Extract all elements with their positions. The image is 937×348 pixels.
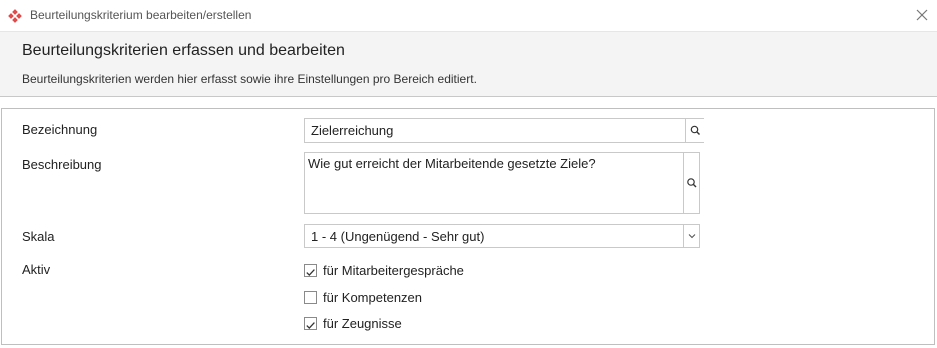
checkbox-label-mitarbeitergespraeche[interactable]: für Mitarbeitergespräche <box>323 263 464 278</box>
skala-value: 1 - 4 (Ungenügend - Sehr gut) <box>311 229 485 244</box>
beschreibung-label: Beschreibung <box>22 157 102 172</box>
bezeichnung-search-button[interactable] <box>685 119 704 142</box>
checkbox-kompetenzen[interactable] <box>304 291 317 304</box>
beschreibung-value: Wie gut erreicht der Mitarbeitende geset… <box>308 156 596 171</box>
title-bar: Beurteilungskriterium bearbeiten/erstell… <box>0 0 937 32</box>
dialog-header: Beurteilungskriterien erfassen und bearb… <box>0 32 937 97</box>
header-description: Beurteilungskriterien werden hier erfass… <box>22 72 477 86</box>
aktiv-label: Aktiv <box>22 262 51 277</box>
chevron-down-icon <box>688 234 696 239</box>
checkbox-label-kompetenzen[interactable]: für Kompetenzen <box>323 290 422 305</box>
close-icon[interactable] <box>913 6 931 24</box>
bezeichnung-input[interactable]: Zielerreichung <box>304 118 704 143</box>
checkbox-mitarbeitergespraeche[interactable] <box>304 264 317 277</box>
skala-dropdown-button[interactable] <box>683 225 699 247</box>
bezeichnung-value: Zielerreichung <box>311 123 394 138</box>
app-icon <box>8 9 22 23</box>
search-icon <box>687 178 697 188</box>
beschreibung-textarea[interactable]: Wie gut erreicht der Mitarbeitende geset… <box>304 152 700 214</box>
bezeichnung-label: Bezeichnung <box>22 122 98 137</box>
checkbox-zeugnisse[interactable] <box>304 317 317 330</box>
checkmark-icon <box>306 269 315 277</box>
checkbox-label-zeugnisse[interactable]: für Zeugnisse <box>323 316 402 331</box>
beschreibung-search-button[interactable] <box>683 153 699 213</box>
skala-select[interactable]: 1 - 4 (Ungenügend - Sehr gut) <box>304 224 700 248</box>
header-title: Beurteilungskriterien erfassen und bearb… <box>22 42 345 59</box>
checkmark-icon <box>306 322 315 330</box>
window-title: Beurteilungskriterium bearbeiten/erstell… <box>30 8 252 22</box>
search-icon <box>690 125 700 135</box>
skala-label: Skala <box>22 229 55 244</box>
